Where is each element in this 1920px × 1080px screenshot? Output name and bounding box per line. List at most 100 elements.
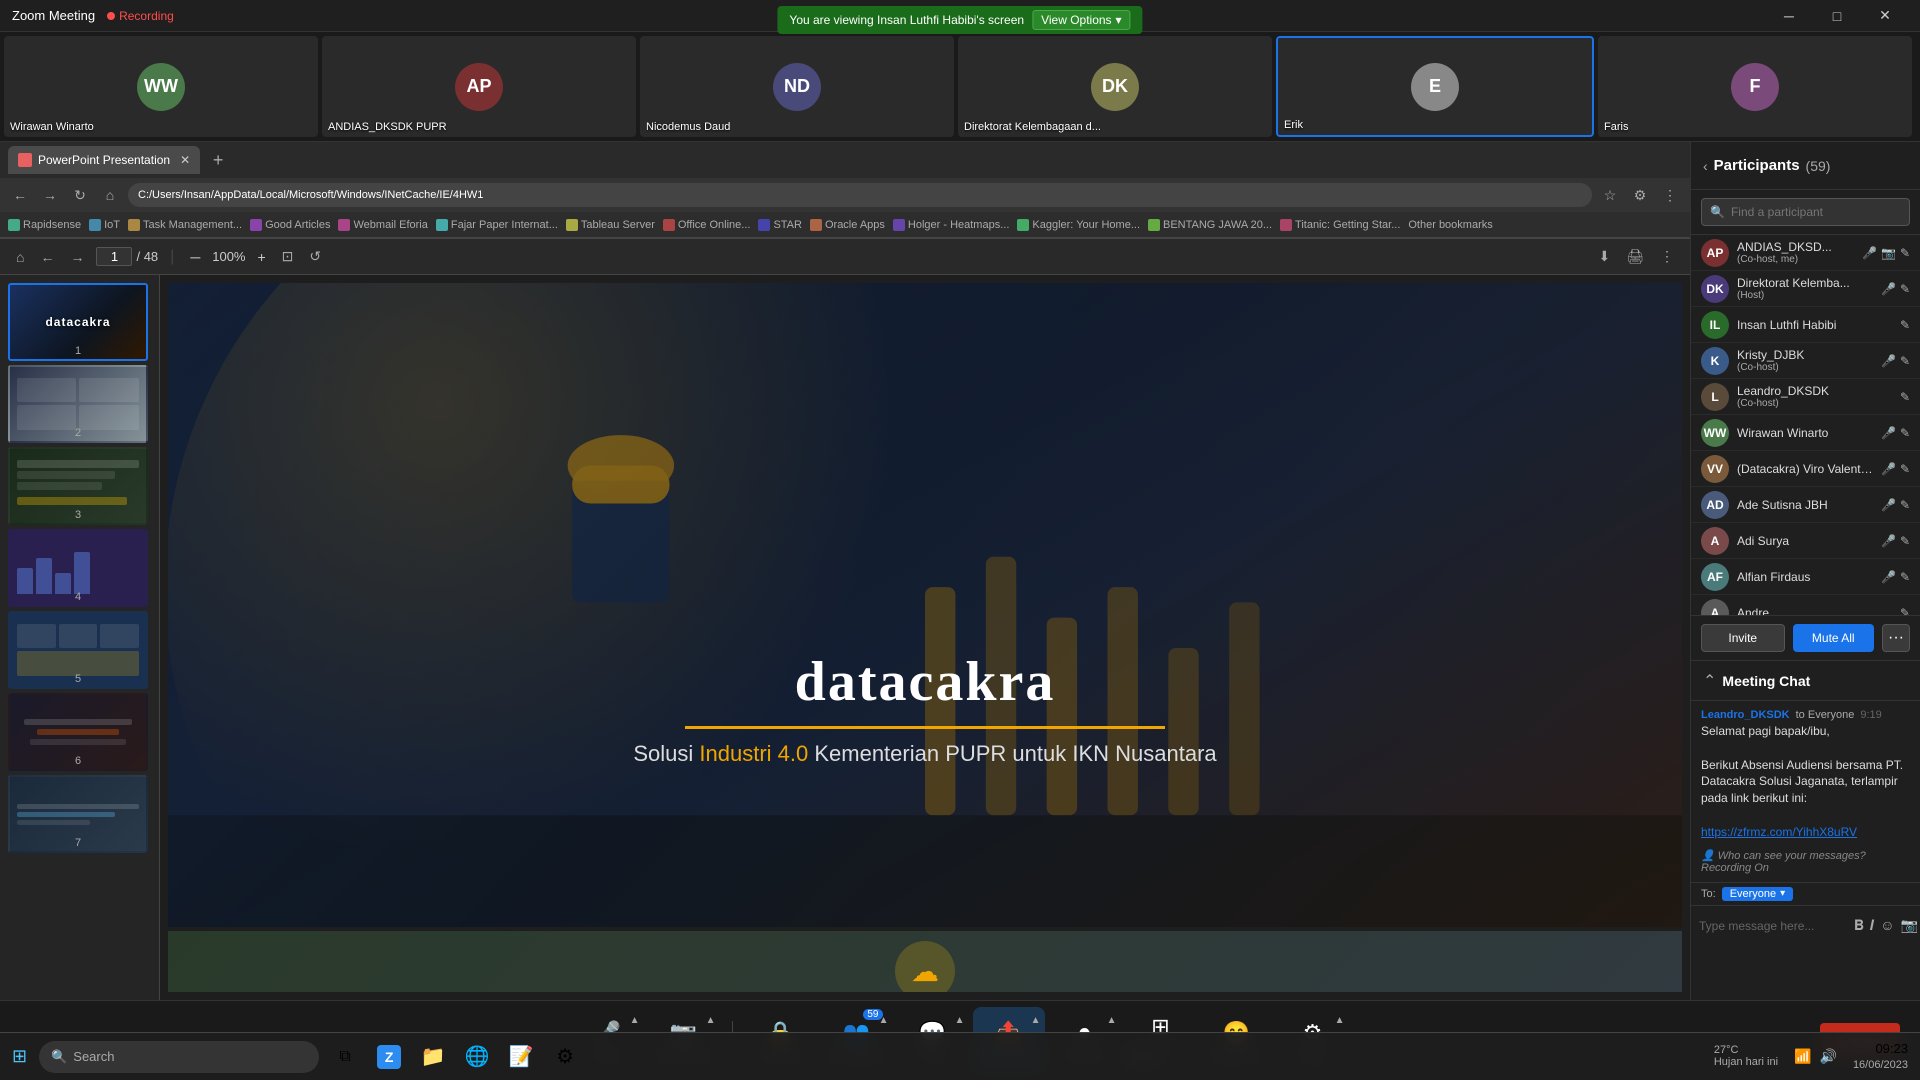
bookmark-oracle[interactable]: Oracle Apps bbox=[810, 219, 885, 231]
bold-icon[interactable]: 𝐁 bbox=[1854, 917, 1864, 934]
chat-link[interactable]: https://zfrmz.com/YihhX8uRV bbox=[1701, 825, 1857, 839]
participants-collapse-button[interactable]: ‹ bbox=[1703, 158, 1708, 174]
taskbar-app-task-view[interactable]: ⧉ bbox=[327, 1039, 363, 1075]
participant-item-andias[interactable]: AP ANDIAS_DKSD... (Co-host, me) 🎤 📷 ✎ bbox=[1691, 235, 1920, 271]
slide-thumb-4[interactable]: 4 bbox=[8, 529, 148, 607]
chat-recipient: to Everyone bbox=[1796, 709, 1855, 721]
participant-name: Kristy_DJBK bbox=[1737, 348, 1873, 362]
participant-item-alfian[interactable]: AF Alfian Firdaus 🎤 ✎ bbox=[1691, 559, 1920, 595]
bookmark-button[interactable]: ☆ bbox=[1598, 187, 1622, 204]
maximize-button[interactable]: □ bbox=[1814, 0, 1860, 32]
view-options-button[interactable]: View Options ▾ bbox=[1032, 10, 1131, 30]
close-button[interactable]: ✕ bbox=[1862, 0, 1908, 32]
bookmark-bentang[interactable]: BENTANG JAWA 20... bbox=[1148, 219, 1272, 231]
ppt-back-button[interactable]: ← bbox=[36, 247, 58, 267]
participants-actions: Invite Mute All ··· bbox=[1691, 615, 1920, 660]
system-tray: 📶 🔊 bbox=[1794, 1048, 1837, 1065]
participant-info: Direktorat Kelemba... (Host) bbox=[1737, 276, 1873, 301]
fit-page-button[interactable]: ⊡ bbox=[278, 246, 298, 267]
participant-item-leandro[interactable]: L Leandro_DKSDK (Co-host) ✎ bbox=[1691, 379, 1920, 415]
video-thumb-andias[interactable]: AP ANDIAS_DKSDK PUPR bbox=[322, 36, 636, 137]
chat-collapse-button[interactable]: ⌃ bbox=[1703, 671, 1716, 691]
minimize-button[interactable]: ─ bbox=[1766, 0, 1812, 32]
participant-item-andre[interactable]: A Andre ✎ bbox=[1691, 595, 1920, 615]
wifi-icon[interactable]: 📶 bbox=[1794, 1048, 1811, 1065]
mute-icon: 🎤 bbox=[1881, 282, 1896, 296]
home-button[interactable]: ⌂ bbox=[98, 187, 122, 203]
participant-item-ade[interactable]: AD Ade Sutisna JBH 🎤 ✎ bbox=[1691, 487, 1920, 523]
participants-more-button[interactable]: ··· bbox=[1882, 624, 1910, 652]
ppt-home-button[interactable]: ⌂ bbox=[12, 247, 28, 267]
participant-item-direktorat[interactable]: DK Direktorat Kelemba... (Host) 🎤 ✎ bbox=[1691, 271, 1920, 307]
slide-thumb-5[interactable]: 5 bbox=[8, 611, 148, 689]
new-tab-button[interactable]: + bbox=[204, 146, 232, 174]
more-options-button[interactable]: ⋮ bbox=[1656, 246, 1678, 267]
taskbar-app-word[interactable]: 📝 bbox=[503, 1039, 539, 1075]
participant-search-box[interactable]: 🔍 bbox=[1701, 198, 1910, 226]
mute-all-button[interactable]: Mute All bbox=[1793, 624, 1875, 652]
chat-to-recipient-selector[interactable]: Everyone ▾ bbox=[1722, 887, 1794, 901]
bookmark-webmail[interactable]: Webmail Eforia bbox=[338, 219, 427, 231]
volume-icon[interactable]: 🔊 bbox=[1820, 1048, 1837, 1065]
browser-tab-powerpoint[interactable]: PowerPoint Presentation ✕ bbox=[8, 146, 200, 174]
bookmark-iot[interactable]: IoT bbox=[89, 219, 120, 231]
participant-item-wirawan[interactable]: WW Wirawan Winarto 🎤 ✎ bbox=[1691, 415, 1920, 451]
chat-input-area: 𝐁 𝑰 ☺ 📷 ··· bbox=[1691, 905, 1920, 946]
zoom-in-button[interactable]: + bbox=[253, 247, 269, 267]
bookmark-titanic[interactable]: Titanic: Getting Star... bbox=[1280, 219, 1400, 231]
participant-item-adi[interactable]: A Adi Surya 🎤 ✎ bbox=[1691, 523, 1920, 559]
slide-thumb-1[interactable]: datacakra 1 bbox=[8, 283, 148, 361]
participant-item-viro[interactable]: VV (Datacakra) Viro Valentza 🎤 ✎ bbox=[1691, 451, 1920, 487]
participant-item-kristy[interactable]: K Kristy_DJBK (Co-host) 🎤 ✎ bbox=[1691, 343, 1920, 379]
video-thumb-wirawan[interactable]: WW Wirawan Winarto bbox=[4, 36, 318, 137]
bookmark-good-articles[interactable]: Good Articles bbox=[250, 219, 330, 231]
italic-icon[interactable]: 𝑰 bbox=[1870, 917, 1874, 934]
bookmark-tableau[interactable]: Tableau Server bbox=[566, 219, 655, 231]
bookmark-holger[interactable]: Holger - Heatmaps... bbox=[893, 219, 1009, 231]
extensions-button[interactable]: ⚙ bbox=[1628, 187, 1652, 204]
invite-button[interactable]: Invite bbox=[1701, 624, 1785, 652]
address-bar[interactable]: C:/Users/Insan/AppData/Local/Microsoft/W… bbox=[128, 183, 1592, 207]
taskbar-app-explorer[interactable]: 📁 bbox=[415, 1039, 451, 1075]
slide-thumb-7[interactable]: 7 bbox=[8, 775, 148, 853]
slide-thumb-2[interactable]: 2 bbox=[8, 365, 148, 443]
avatar: DK bbox=[1701, 275, 1729, 303]
avatar: IL bbox=[1701, 311, 1729, 339]
browser-menu-button[interactable]: ⋮ bbox=[1658, 187, 1682, 204]
video-thumb-faris[interactable]: F Faris bbox=[1598, 36, 1912, 137]
tab-close-button[interactable]: ✕ bbox=[180, 153, 190, 167]
zoom-out-button[interactable]: ─ bbox=[186, 247, 204, 267]
slide-thumb-3[interactable]: 3 bbox=[8, 447, 148, 525]
participant-item-insan[interactable]: IL Insan Luthfi Habibi ✎ bbox=[1691, 307, 1920, 343]
screenshot-icon[interactable]: 📷 bbox=[1901, 917, 1918, 934]
bookmark-other[interactable]: Other bookmarks bbox=[1408, 219, 1492, 231]
rotate-button[interactable]: ↺ bbox=[305, 246, 325, 267]
back-button[interactable]: ← bbox=[8, 187, 32, 203]
forward-button[interactable]: → bbox=[38, 187, 62, 203]
taskbar-app-browser[interactable]: 🌐 bbox=[459, 1039, 495, 1075]
chat-message-input[interactable] bbox=[1699, 912, 1854, 940]
bookmark-office[interactable]: Office Online... bbox=[663, 219, 751, 231]
record-chevron: ▲ bbox=[1107, 1015, 1117, 1026]
taskbar-app-zoom[interactable]: Z bbox=[371, 1039, 407, 1075]
ppt-forward-button[interactable]: → bbox=[66, 247, 88, 267]
reload-button[interactable]: ↻ bbox=[68, 187, 92, 204]
video-thumb-erik[interactable]: E Erik bbox=[1276, 36, 1594, 137]
bookmark-fajar[interactable]: Fajar Paper Internat... bbox=[436, 219, 558, 231]
taskbar-search-box[interactable]: 🔍 Search bbox=[39, 1041, 319, 1073]
video-thumb-direktorat[interactable]: DK Direktorat Kelembagaan d... bbox=[958, 36, 1272, 137]
weather-desc: Hujan hari ini bbox=[1714, 1056, 1778, 1068]
video-thumb-nicodemus[interactable]: ND Nicodemus Daud bbox=[640, 36, 954, 137]
taskbar-app-settings[interactable]: ⚙ bbox=[547, 1039, 583, 1075]
start-button[interactable]: ⊞ bbox=[12, 1046, 27, 1067]
bookmark-task-mgmt[interactable]: Task Management... bbox=[128, 219, 242, 231]
download-button[interactable]: ⬇ bbox=[1594, 246, 1614, 267]
participant-search-input[interactable] bbox=[1731, 205, 1901, 219]
slide-thumb-6[interactable]: 6 bbox=[8, 693, 148, 771]
bookmark-star[interactable]: STAR bbox=[758, 219, 802, 231]
print-button[interactable]: 🖨 bbox=[1622, 246, 1648, 267]
bookmark-kaggler[interactable]: Kaggler: Your Home... bbox=[1017, 219, 1140, 231]
bookmark-rapidsense[interactable]: Rapidsense bbox=[8, 219, 81, 231]
emoji-icon[interactable]: ☺ bbox=[1880, 917, 1894, 934]
current-slide-input[interactable] bbox=[96, 247, 132, 266]
